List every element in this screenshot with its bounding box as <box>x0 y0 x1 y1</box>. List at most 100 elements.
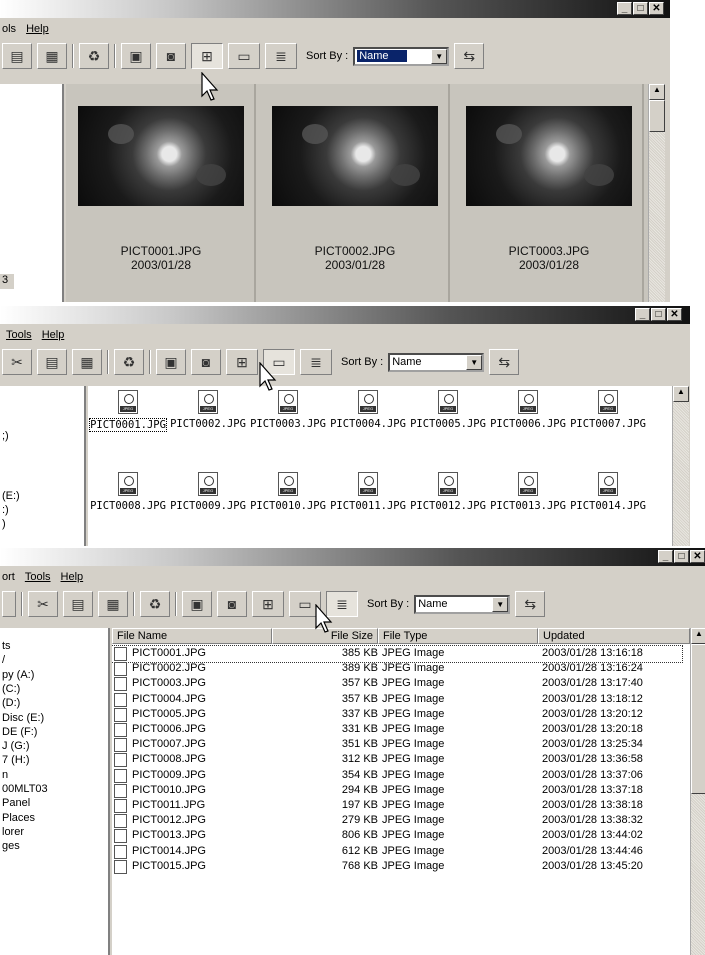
table-row[interactable]: PICT0015.JPG 768 KB JPEG Image 2003/01/28 1… <box>112 859 682 875</box>
menu-help[interactable]: Help <box>61 571 84 583</box>
menu-help[interactable]: Help <box>26 23 49 35</box>
table-row[interactable]: PICT0009.JPG 354 KB JPEG Image 2003/01/28 1… <box>112 768 682 784</box>
tree-item[interactable]: lorer <box>0 826 24 841</box>
camera-icon[interactable]: ◙ <box>217 591 247 617</box>
tree-item[interactable]: :) <box>0 504 9 519</box>
close-button[interactable]: ✕ <box>690 550 705 563</box>
slideshow-icon[interactable]: ▣ <box>182 591 212 617</box>
cut-icon[interactable]: ✂ <box>28 591 58 617</box>
vertical-scrollbar[interactable]: ▲ <box>648 84 665 302</box>
table-row[interactable]: PICT0003.JPG 357 KB JPEG Image 2003/01/28 1… <box>112 676 682 692</box>
table-row[interactable]: PICT0007.JPG 351 KB JPEG Image 2003/01/28 1… <box>112 737 682 753</box>
icon-item[interactable]: PICT0007.JPG <box>568 390 648 430</box>
title-bar[interactable] <box>0 0 670 18</box>
table-row[interactable]: PICT0010.JPG 294 KB JPEG Image 2003/01/28 1… <box>112 783 682 799</box>
paste-icon[interactable]: ▦ <box>72 349 102 375</box>
column-header-file-name[interactable]: File Name <box>112 628 272 644</box>
back-icon[interactable] <box>2 591 16 617</box>
icon-item[interactable]: PICT0011.JPG <box>328 472 408 512</box>
tree-item[interactable]: Places <box>0 812 35 827</box>
menu-tools[interactable]: Tools <box>6 329 32 341</box>
sort-order-icon[interactable]: ⇆ <box>489 349 520 375</box>
thumbnail-view-icon[interactable]: ⊞ <box>252 591 284 617</box>
table-row[interactable]: PICT0004.JPG 357 KB JPEG Image 2003/01/28 1… <box>112 692 682 708</box>
menu-sort[interactable]: ort <box>2 571 15 583</box>
icon-item[interactable]: PICT0013.JPG <box>488 472 568 512</box>
details-view-icon[interactable]: ≣ <box>265 43 297 69</box>
details-view-icon[interactable]: ≣ <box>300 349 332 375</box>
minimize-button[interactable]: _ <box>635 308 650 321</box>
tree-item[interactable]: py (A:) <box>0 669 34 684</box>
sort-by-select[interactable]: Name ▼ <box>388 352 485 372</box>
paste-icon[interactable]: ▦ <box>98 591 128 617</box>
tree-item[interactable]: Panel <box>0 797 30 812</box>
icon-item[interactable]: PICT0010.JPG <box>248 472 328 512</box>
tree-item[interactable]: 00MLT03 <box>0 783 48 798</box>
maximize-button[interactable]: □ <box>651 308 666 321</box>
tree-item[interactable]: J (G:) <box>0 740 30 755</box>
camera-icon[interactable]: ◙ <box>156 43 186 69</box>
folder-tree[interactable]: ;) (E:) :) ) <box>0 386 86 546</box>
table-row[interactable]: PICT0002.JPG 389 KB JPEG Image 2003/01/28 1… <box>112 661 682 677</box>
tree-item[interactable]: 7 (H:) <box>0 754 30 769</box>
folder-tree[interactable]: ts / py (A:) (C:) (D:) Disc (E:) DE (F:) J (G:)… <box>0 628 110 955</box>
sort-by-select[interactable]: Name ▼ <box>353 46 450 66</box>
thumbnail-view-icon[interactable]: ⊞ <box>191 43 223 69</box>
tree-item[interactable]: / <box>0 654 5 669</box>
paste-icon[interactable]: ▤ <box>2 43 32 69</box>
slideshow-icon[interactable]: ▣ <box>156 349 186 375</box>
sort-by-select[interactable]: Name ▼ <box>414 594 511 614</box>
sort-order-icon[interactable]: ⇆ <box>454 43 485 69</box>
delete-icon[interactable]: ♻ <box>79 43 109 69</box>
title-bar[interactable] <box>0 548 705 566</box>
tree-item[interactable]: ges <box>0 840 20 855</box>
column-header-file-type[interactable]: File Type <box>378 628 538 644</box>
tree-item[interactable]: ts <box>0 640 11 655</box>
chevron-down-icon[interactable]: ▼ <box>466 354 483 370</box>
menu-tools[interactable]: Tools <box>25 571 51 583</box>
icon-item[interactable]: PICT0006.JPG <box>488 390 568 430</box>
icon-item[interactable]: PICT0012.JPG <box>408 472 488 512</box>
close-button[interactable]: ✕ <box>667 308 682 321</box>
cut-icon[interactable]: ✂ <box>2 349 32 375</box>
menu-tools[interactable]: ols <box>2 23 16 35</box>
table-row[interactable]: PICT0008.JPG 312 KB JPEG Image 2003/01/28 1… <box>112 752 682 768</box>
thumbnail-item[interactable]: PICT0003.JPG 2003/01/28 <box>454 84 644 302</box>
menu-help[interactable]: Help <box>42 329 65 341</box>
close-button[interactable]: ✕ <box>649 2 664 15</box>
table-row[interactable]: PICT0001.JPG 385 KB JPEG Image 2003/01/28 1… <box>112 645 683 663</box>
tree-item[interactable]: Disc (E:) <box>0 712 44 727</box>
thumbnail-item[interactable]: PICT0002.JPG 2003/01/28 <box>260 84 450 302</box>
chevron-down-icon[interactable]: ▼ <box>431 48 448 64</box>
vertical-scrollbar[interactable]: ▲ <box>690 628 705 955</box>
table-row[interactable]: PICT0005.JPG 337 KB JPEG Image 2003/01/28 1… <box>112 707 682 723</box>
table-row[interactable]: PICT0006.JPG 331 KB JPEG Image 2003/01/28 1… <box>112 722 682 738</box>
scroll-up-icon[interactable]: ▲ <box>673 386 689 402</box>
thumbnail-item[interactable]: PICT0001.JPG 2003/01/28 <box>66 84 256 302</box>
vertical-scrollbar[interactable]: ▲ <box>672 386 689 546</box>
camera-icon[interactable]: ◙ <box>191 349 221 375</box>
column-header-updated[interactable]: Updated <box>538 628 690 644</box>
thumbnail-view-icon[interactable]: ⊞ <box>226 349 258 375</box>
table-row[interactable]: PICT0012.JPG 279 KB JPEG Image 2003/01/28 1… <box>112 813 682 829</box>
tree-item[interactable]: ) <box>0 518 6 533</box>
tree-item[interactable]: ;) <box>0 430 9 445</box>
scroll-thumb[interactable] <box>691 644 705 794</box>
copy-icon[interactable]: ▤ <box>37 349 67 375</box>
minimize-button[interactable]: _ <box>617 2 632 15</box>
copy-icon[interactable]: ▦ <box>37 43 67 69</box>
icon-item[interactable]: PICT0002.JPG <box>168 390 248 430</box>
table-row[interactable]: PICT0013.JPG 806 KB JPEG Image 2003/01/28 1… <box>112 828 682 844</box>
table-row[interactable]: PICT0011.JPG 197 KB JPEG Image 2003/01/28 1… <box>112 798 682 814</box>
scroll-thumb[interactable] <box>649 100 665 132</box>
tree-item[interactable]: (D:) <box>0 697 20 712</box>
sort-order-icon[interactable]: ⇆ <box>515 591 546 617</box>
delete-icon[interactable]: ♻ <box>140 591 170 617</box>
scroll-up-icon[interactable]: ▲ <box>649 84 665 100</box>
icon-view-icon[interactable]: ▭ <box>228 43 260 69</box>
copy-icon[interactable]: ▤ <box>63 591 93 617</box>
icon-item[interactable]: PICT0014.JPG <box>568 472 648 512</box>
maximize-button[interactable]: □ <box>633 2 648 15</box>
tree-item[interactable]: (E:) <box>0 490 20 505</box>
scroll-up-icon[interactable]: ▲ <box>691 628 705 644</box>
